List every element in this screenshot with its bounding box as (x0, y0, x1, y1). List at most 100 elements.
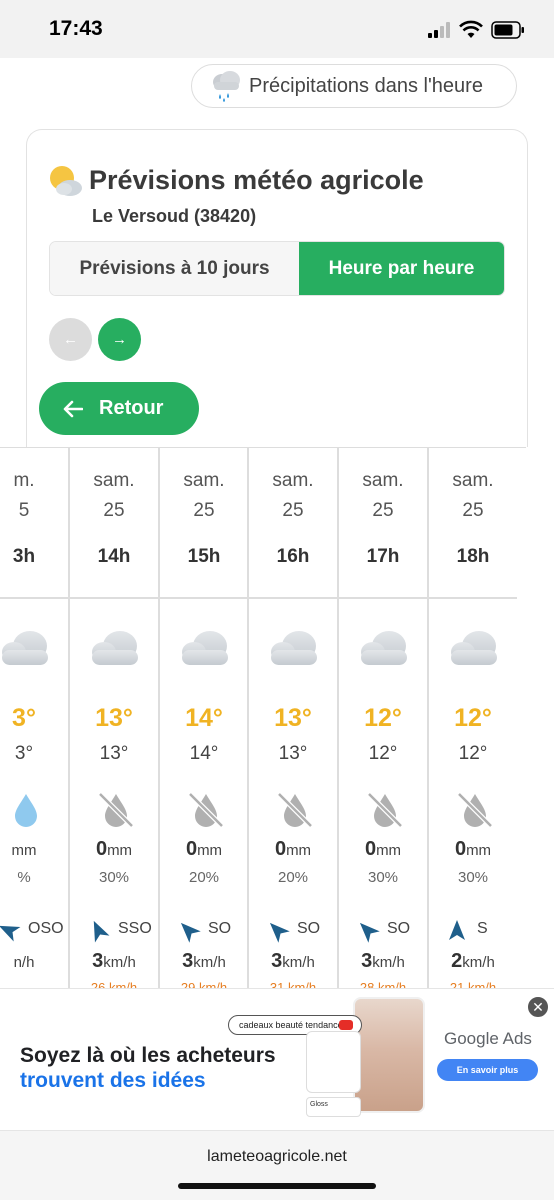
date-label: 25 (372, 500, 394, 521)
wind-speed: 3km/h (70, 950, 158, 973)
temp-min: 12° (458, 743, 488, 764)
temp-max: 13° (95, 704, 133, 732)
wind-speed: n/h (0, 950, 68, 973)
prev-button[interactable]: ← (49, 318, 92, 361)
tab-hourly[interactable]: Heure par heure (299, 242, 504, 295)
arrow-left-icon: ← (63, 331, 78, 348)
wind-unit: km/h (193, 954, 226, 971)
no-rain-icon (277, 792, 313, 828)
wind-direction: SSO (118, 920, 152, 937)
wind-value: 3 (182, 950, 194, 972)
cloud-icon (451, 631, 497, 665)
hour-header: sam. 25 16h (249, 448, 337, 599)
wind-value: 2 (451, 950, 463, 972)
home-indicator[interactable] (178, 1183, 376, 1189)
rain-unit: mm (466, 842, 492, 859)
wind-direction: S (477, 920, 488, 937)
ad-cta-button[interactable]: En savoir plus (437, 1059, 538, 1081)
rain-amount: 0mm (249, 838, 337, 861)
rain-amount: 0mm (70, 838, 158, 861)
browser-url-bar[interactable]: lameteoagricole.net (0, 1131, 554, 1200)
back-button[interactable]: Retour (39, 382, 199, 435)
youtube-icon (339, 1020, 353, 1030)
rain-amount: 0mm (160, 838, 248, 861)
location-subtitle: Le Versoud (38420) (92, 206, 257, 226)
wind-direction: OSO (28, 920, 64, 937)
rain-drop-icon (15, 794, 37, 827)
hour-column: m. 5 3h 3° 3° mm% OSO n/h (0, 448, 68, 988)
page-title: Prévisions météo agricole (89, 165, 424, 195)
precipitation-hour-button[interactable]: Précipitations dans l'heure (191, 64, 517, 108)
tab-10-days[interactable]: Prévisions à 10 jours (50, 242, 299, 295)
hour-header: sam. 25 14h (70, 448, 158, 599)
rain-probability: 30% (457, 869, 489, 886)
ad-banner[interactable]: Soyez là où les acheteurs trouvent des i… (0, 988, 554, 1131)
close-icon[interactable]: ✕ (526, 995, 550, 1019)
hourly-table: m. 5 3h 3° 3° mm% OSO n/h sam. 25 14h 13° 13° 0mm 30% S… (0, 447, 526, 988)
cellular-signal-icon (428, 22, 450, 38)
day-label: sam. (272, 470, 314, 491)
rain-amount: mm (0, 838, 68, 861)
hour-label: 17h (366, 546, 400, 567)
day-label: sam. (362, 470, 404, 491)
no-rain-icon (188, 792, 224, 828)
rain-probability: % (17, 869, 31, 886)
date-label: 25 (282, 500, 304, 521)
temp-max: 12° (454, 704, 492, 732)
google-ads-logo: Google Ads (444, 1029, 532, 1049)
hour-column: sam. 25 18h 12° 12° 0mm 30% S 2km/h 21 km/h (427, 448, 517, 988)
temp-max: 3° (12, 704, 36, 732)
rain-value: 0 (364, 838, 377, 860)
wind-gust: 26 km/h (90, 980, 138, 988)
cloud-icon (2, 631, 48, 665)
rain-probability: 30% (98, 869, 130, 886)
wind-direction: SO (297, 920, 321, 937)
wind-value: 3 (92, 950, 104, 972)
wind-gust: 28 km/h (359, 980, 407, 988)
next-button[interactable]: → (98, 318, 141, 361)
day-label: sam. (452, 470, 494, 491)
wind-unit: km/h (282, 954, 315, 971)
rain-value: 0 (454, 838, 467, 860)
wind-value: 3 (361, 950, 373, 972)
hour-label: 16h (276, 546, 310, 567)
wind-value: 3 (271, 950, 283, 972)
rain-unit: mm (376, 842, 402, 859)
rain-value: 0 (95, 838, 108, 860)
day-label: sam. (183, 470, 225, 491)
temp-min: 13° (278, 743, 308, 764)
wind-direction-icon (449, 920, 465, 940)
arrow-right-icon: → (112, 331, 127, 348)
cloud-icon (182, 631, 228, 665)
rain-unit: mm (286, 842, 312, 859)
precipitation-label: Précipitations dans l'heure (249, 74, 483, 97)
ad-product-label: Gloss (306, 1097, 361, 1117)
hour-label: 15h (187, 546, 221, 567)
wind-gust: 31 km/h (269, 980, 317, 988)
cloud-icon (92, 631, 138, 665)
no-rain-icon (457, 792, 493, 828)
rain-probability: 30% (367, 869, 399, 886)
date-label: 5 (18, 500, 30, 521)
ad-product-card (306, 1031, 361, 1093)
wind-direction-icon (180, 922, 201, 943)
wind-gust: 21 km/h (449, 980, 497, 988)
status-bar: 17:43 (0, 0, 554, 58)
sun-cloud-icon (50, 166, 82, 196)
wind-speed: 3km/h (160, 950, 248, 973)
wind-gust: 29 km/h (180, 980, 228, 988)
hour-header: sam. 25 17h (339, 448, 427, 599)
rain-amount: 0mm (429, 838, 517, 861)
wind-unit: km/h (103, 954, 136, 971)
temp-max: 14° (185, 704, 223, 732)
cloud-icon (361, 631, 407, 665)
rain-unit: mm (107, 842, 133, 859)
temp-min: 12° (368, 743, 398, 764)
rain-value: 0 (274, 838, 287, 860)
cloud-icon (271, 631, 317, 665)
ads-wordmark: Ads (502, 1029, 532, 1048)
wifi-icon (459, 20, 483, 38)
wind-unit: n/h (13, 954, 35, 971)
hour-label: 14h (97, 546, 131, 567)
hour-column: sam. 25 16h 13° 13° 0mm 20% SO 3km/h 31 km/h (247, 448, 337, 988)
